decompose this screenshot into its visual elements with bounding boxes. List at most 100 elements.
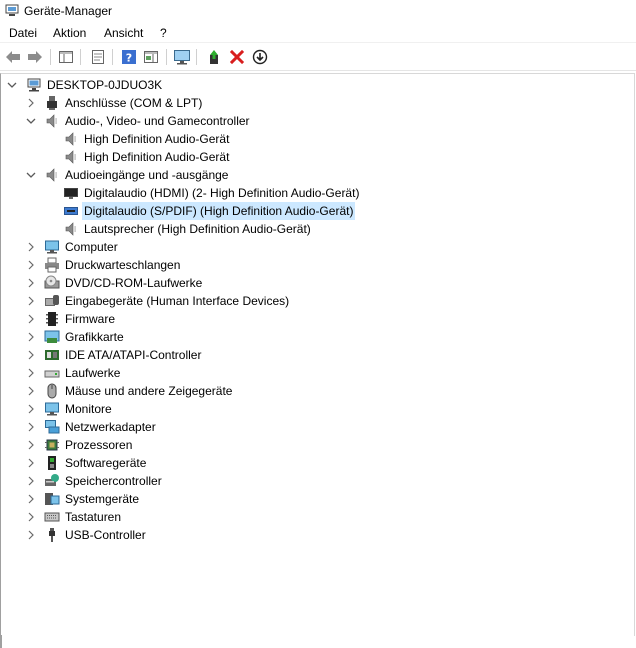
speaker-icon: [65, 132, 76, 146]
tree-item[interactable]: USB-Controller: [28, 526, 148, 544]
tree-item[interactable]: Digitalaudio (HDMI) (2- High Definition …: [63, 184, 361, 202]
down-arrow-circle-icon: [252, 49, 268, 65]
monitor-scan-icon: [174, 50, 190, 65]
tree-item[interactable]: DVD/CD-ROM-Laufwerke: [28, 274, 204, 292]
tree-item[interactable]: High Definition Audio-Gerät: [63, 130, 231, 148]
network-adapter-icon: [45, 420, 60, 434]
chevron-right-icon[interactable]: [26, 332, 36, 342]
back-button[interactable]: [3, 47, 23, 67]
tree-item[interactable]: Audio-, Video- und Gamecontroller: [26, 112, 252, 130]
chevron-right-icon[interactable]: [26, 314, 36, 324]
toolbar-separator: [196, 49, 197, 65]
chevron-right-icon[interactable]: [26, 422, 36, 432]
chevron-right-icon[interactable]: [26, 98, 36, 108]
chevron-right-icon[interactable]: [26, 458, 36, 468]
update-driver-button[interactable]: [204, 47, 224, 67]
tree-item-label: Audioeingänge und -ausgänge: [65, 168, 229, 182]
tree-item-label: Computer: [65, 240, 118, 254]
processor-icon: [45, 439, 59, 451]
help-icon: ?: [122, 50, 136, 65]
chevron-down-icon[interactable]: [7, 80, 17, 90]
tree-item[interactable]: Mäuse und andere Zeigegeräte: [28, 382, 234, 400]
chevron-right-icon[interactable]: [26, 368, 36, 378]
tree-item[interactable]: Audioeingänge und -ausgänge: [26, 166, 230, 184]
tree-item-label: IDE ATA/ATAPI-Controller: [65, 348, 202, 362]
arrow-left-icon: [6, 51, 20, 63]
menu-aktion[interactable]: Aktion: [53, 26, 86, 40]
tree-item[interactable]: Firmware: [28, 310, 117, 328]
menu-datei[interactable]: Datei: [9, 26, 37, 40]
chevron-right-icon[interactable]: [26, 386, 36, 396]
device-tree[interactable]: DESKTOP-0JDUO3K Anschlüsse (COM & LPT) Au…: [0, 73, 635, 636]
tree-item[interactable]: Laufwerke: [28, 364, 122, 382]
tree-item[interactable]: Netzwerkadapter: [28, 418, 158, 436]
tree-item-label: Anschlüsse (COM & LPT): [65, 96, 203, 110]
tree-item[interactable]: Grafikkarte: [28, 328, 126, 346]
update-driver-icon: [210, 50, 218, 64]
console-tree-icon: [59, 51, 73, 63]
menu-ansicht[interactable]: Ansicht: [104, 26, 143, 40]
arrow-right-icon: [28, 51, 42, 63]
tree-item[interactable]: Computer: [28, 238, 120, 256]
properties-button[interactable]: [88, 47, 108, 67]
toolbar-separator: [80, 49, 81, 65]
tree-item[interactable]: Prozessoren: [28, 436, 134, 454]
display-adapter-icon: [44, 330, 60, 343]
tree-root[interactable]: DESKTOP-0JDUO3K: [7, 76, 164, 94]
help-button[interactable]: ?: [119, 47, 139, 67]
tree-item-label: Digitalaudio (HDMI) (2- High Definition …: [84, 186, 360, 200]
tree-item[interactable]: Softwaregeräte: [28, 454, 148, 472]
spdif-icon: [64, 207, 78, 215]
red-x-icon: [230, 50, 244, 64]
chevron-right-icon[interactable]: [26, 530, 36, 540]
tree-item[interactable]: Systemgeräte: [28, 490, 141, 508]
tree-item-label: Grafikkarte: [65, 330, 124, 344]
speaker-icon: [65, 150, 76, 164]
chevron-right-icon[interactable]: [26, 476, 36, 486]
chevron-right-icon[interactable]: [26, 296, 36, 306]
tree-item-label: Prozessoren: [65, 438, 133, 452]
tree-item[interactable]: High Definition Audio-Gerät: [63, 148, 231, 166]
forward-button[interactable]: [25, 47, 45, 67]
tree-item-label: Netzwerkadapter: [65, 420, 156, 434]
menu-help[interactable]: ?: [160, 26, 167, 40]
chevron-right-icon[interactable]: [26, 350, 36, 360]
tree-item[interactable]: Digitalaudio (S/PDIF) (High Definition A…: [63, 202, 356, 220]
tree-item[interactable]: Anschlüsse (COM & LPT): [28, 94, 204, 112]
chevron-right-icon[interactable]: [26, 278, 36, 288]
chevron-right-icon[interactable]: [26, 242, 36, 252]
window-edge: [0, 635, 2, 648]
action-pane-button[interactable]: [141, 47, 161, 67]
toolbar-separator: [50, 49, 51, 65]
tree-item[interactable]: IDE ATA/ATAPI-Controller: [28, 346, 203, 364]
chevron-right-icon[interactable]: [26, 494, 36, 504]
chevron-right-icon[interactable]: [26, 512, 36, 522]
tree-item[interactable]: Monitore: [28, 400, 114, 418]
hid-icon: [45, 295, 59, 306]
chevron-right-icon[interactable]: [26, 260, 36, 270]
tree-item[interactable]: Lautsprecher (High Definition Audio-Gerä…: [63, 220, 313, 238]
uninstall-device-button[interactable]: [227, 47, 247, 67]
disable-device-button[interactable]: [250, 47, 270, 67]
disk-drive-icon: [44, 370, 60, 378]
tree-item[interactable]: Speichercontroller: [28, 472, 164, 490]
chevron-down-icon[interactable]: [26, 116, 36, 126]
tree-item-label: DVD/CD-ROM-Laufwerke: [65, 276, 203, 290]
chevron-right-icon[interactable]: [26, 404, 36, 414]
monitor-icon: [45, 402, 59, 416]
tree-item[interactable]: Tastaturen: [28, 508, 123, 526]
port-icon: [47, 96, 57, 110]
chevron-down-icon[interactable]: [26, 170, 36, 180]
tree-item-label: Mäuse und andere Zeigegeräte: [65, 384, 233, 398]
ide-controller-icon: [45, 350, 59, 360]
tree-item[interactable]: Eingabegeräte (Human Interface Devices): [28, 292, 291, 310]
tree-item[interactable]: Druckwarteschlangen: [28, 256, 182, 274]
chevron-right-icon[interactable]: [26, 440, 36, 450]
console-tree-button[interactable]: [56, 47, 76, 67]
tree-item-label: Tastaturen: [65, 510, 122, 524]
window-title: Geräte-Manager: [24, 4, 113, 18]
scan-hardware-button[interactable]: [172, 47, 192, 67]
tree-item-label: Lautsprecher (High Definition Audio-Gerä…: [84, 222, 311, 236]
system-device-icon: [45, 493, 60, 505]
action-pane-icon: [144, 51, 158, 63]
